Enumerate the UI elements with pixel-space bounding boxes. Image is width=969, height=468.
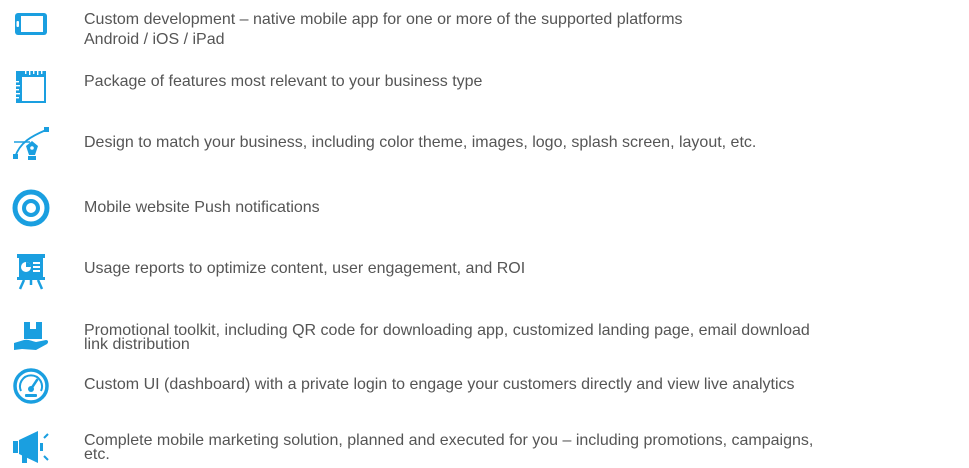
package-hand-icon <box>12 318 50 356</box>
tablet-icon <box>12 4 50 42</box>
feature-text: Android / iOS / iPad <box>84 31 225 48</box>
feature-text: Design to match your business, including… <box>84 134 757 151</box>
feature-text: Mobile website Push notifications <box>84 199 320 216</box>
feature-text: etc. <box>84 446 110 463</box>
speedometer-icon <box>12 367 50 405</box>
feature-text: Package of features most relevant to you… <box>84 73 483 90</box>
ring-icon <box>12 189 50 227</box>
feature-text: Promotional toolkit, including QR code f… <box>84 322 810 339</box>
megaphone-icon <box>12 428 50 466</box>
feature-list: Custom development – native mobile app f… <box>0 0 969 468</box>
feature-text: Complete mobile marketing solution, plan… <box>84 432 814 449</box>
feature-text: link distribution <box>84 336 190 353</box>
feature-text: Usage reports to optimize content, user … <box>84 260 526 277</box>
feature-text: Custom development – native mobile app f… <box>84 11 683 28</box>
ruler-icon <box>12 69 50 107</box>
feature-text: Custom UI (dashboard) with a private log… <box>84 376 795 393</box>
presentation-board-icon <box>12 252 50 290</box>
pen-tool-icon <box>12 124 50 162</box>
